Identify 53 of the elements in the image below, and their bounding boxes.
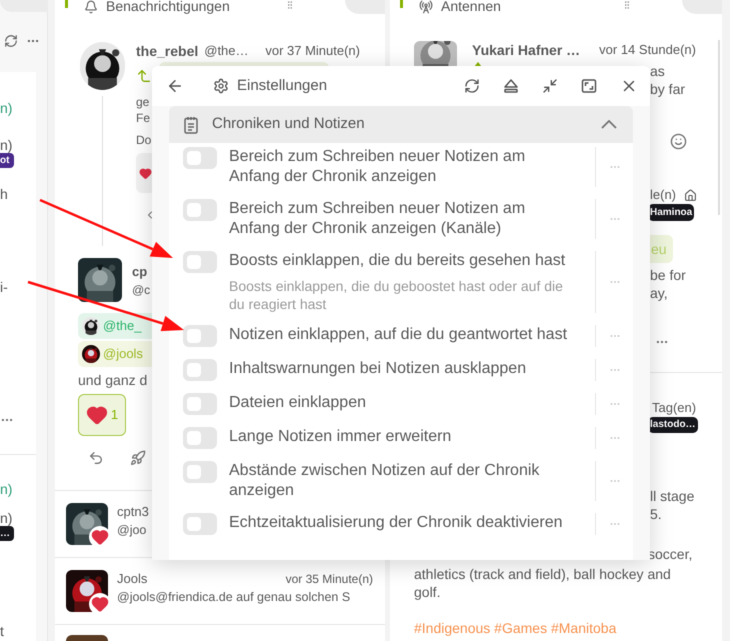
timestamp: vor 14 Stunde(n) <box>599 41 696 59</box>
user-name[interactable]: cp <box>132 263 148 281</box>
window-title: Einstellungen <box>237 76 328 96</box>
timestamp: le(n) <box>650 186 676 204</box>
quoted-text: @joo <box>117 522 146 539</box>
option-label: Bereich zum Schreiben neuer Notizen am Anfang der Chronik anzeigen (Kanäle) <box>229 199 526 239</box>
post-text: ge <box>136 94 150 110</box>
post-text: as <box>650 62 665 80</box>
option-label: Notizen einklappen, auf die du geantwortet hast <box>229 325 568 345</box>
post-text: by far <box>650 80 686 98</box>
user-name[interactable]: Yukari Hafner … <box>472 41 580 59</box>
instance-badge: ot <box>0 153 14 168</box>
instance-badge: … <box>0 526 14 541</box>
post-text: ll stage <box>650 487 694 505</box>
post-text: Do <box>136 132 152 148</box>
post-paragraph: athletics (track and field), ball hockey and golf. <box>414 565 671 601</box>
post-text: t <box>0 623 5 639</box>
post-text: i- <box>0 279 9 295</box>
option-label: Lange Notizen immer erweitern <box>229 427 452 447</box>
post-text: h <box>0 186 9 202</box>
option-label: Inhaltswarnungen bei Notizen ausklappen <box>229 359 526 379</box>
timestamp: n) <box>0 100 14 116</box>
post-text: und ganz d <box>78 372 148 388</box>
option-label: Boosts einklappen, die du bereits gesehen hast <box>229 251 566 271</box>
option-description: Boosts einklappen, die du geboostet hast oder auf die du reagiert hast <box>229 277 564 313</box>
post-text: ay, <box>650 284 668 302</box>
user-name[interactable]: the_rebel <box>136 40 198 62</box>
option-label: Echtzeitaktualisierung der Chronik deaktivieren <box>229 513 563 533</box>
section-header[interactable]: Chroniken und Notizen <box>169 106 633 143</box>
instance-badge: Haminoa <box>648 204 694 221</box>
post-text: 5. <box>650 505 662 523</box>
column-title: Antennen <box>441 0 501 12</box>
post-text: soccer, <box>648 545 692 563</box>
post-text: Fe <box>136 110 150 126</box>
timestamp: vor 35 Minute(n) <box>286 571 373 588</box>
timestamp: n) <box>0 481 14 497</box>
timestamp: n) <box>0 510 14 526</box>
user-handle: @c <box>132 282 150 299</box>
mention-text: @jools <box>103 345 143 364</box>
quoted-text: @jools@friendica.de auf genau solchen S <box>117 589 350 606</box>
user-handle: @the… <box>204 42 249 60</box>
option-label: Abstände zwischen Notizen auf der Chronik anzeigen <box>229 461 540 501</box>
timestamp: Tag(en) <box>652 399 696 417</box>
timestamp: n) <box>0 137 14 153</box>
option-label: Bereich zum Schreiben neuer Notizen am Anfang der Chronik anzeigen <box>229 147 526 187</box>
instance-badge: lastodo… <box>648 417 698 433</box>
option-label: Dateien einklappen <box>229 393 366 413</box>
user-name[interactable]: cptn3 <box>117 503 149 521</box>
user-name[interactable]: Jools <box>117 570 148 588</box>
timestamp: vor 37 Minute(n) <box>265 42 360 60</box>
column-title: Benachrichtigungen <box>106 0 230 12</box>
post-text: be for <box>650 266 686 284</box>
mention-text: @the_ <box>103 317 142 336</box>
